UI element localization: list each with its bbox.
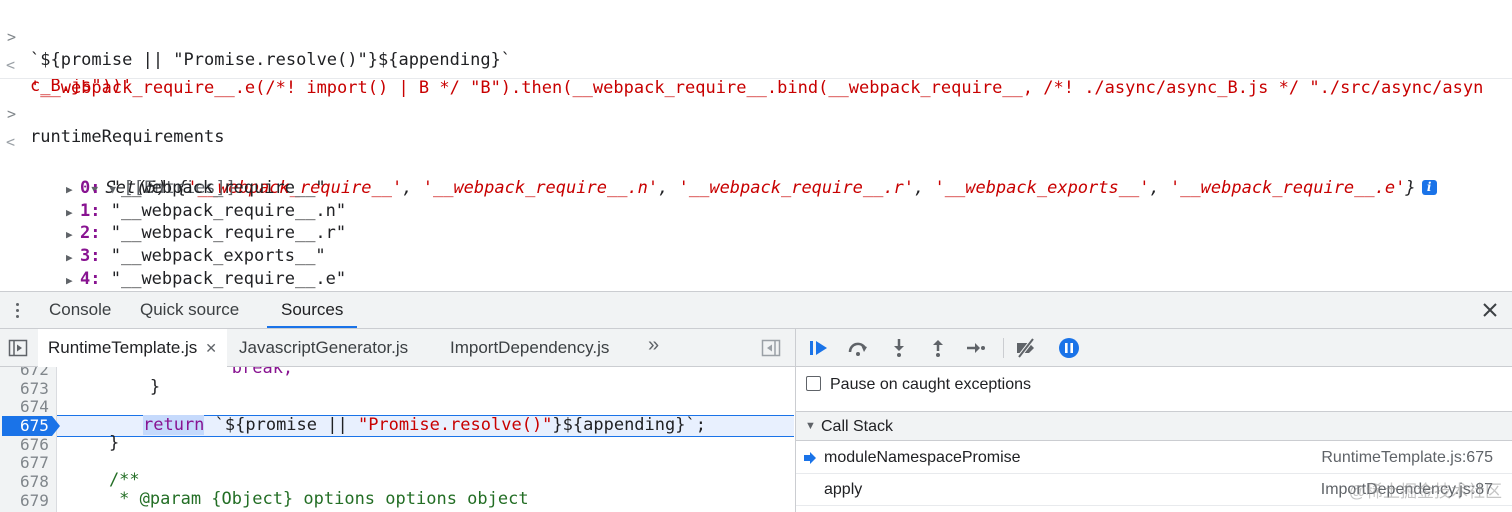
- code-line-paused: return `${promise || "Promise.resolve()"…: [68, 415, 706, 435]
- frame-function-name: moduleNamespacePromise: [824, 449, 1021, 466]
- keyword-return: return: [143, 415, 205, 435]
- step-out-icon[interactable]: [927, 337, 949, 359]
- frame-location[interactable]: RuntimeTemplate.js:675: [1321, 443, 1493, 473]
- step-icon[interactable]: [965, 337, 987, 359]
- line-number[interactable]: 677: [0, 453, 52, 472]
- line-number[interactable]: 676: [0, 435, 52, 454]
- pause-on-caught-label: Pause on caught exceptions: [830, 376, 1032, 393]
- watermark: @稀土掘金技术社区: [1348, 482, 1502, 501]
- tab-quick-source[interactable]: Quick source: [140, 292, 239, 328]
- console-separator: [0, 78, 1512, 79]
- close-drawer-icon[interactable]: [1478, 298, 1502, 322]
- size-property[interactable]: size: (...): [0, 267, 1512, 291]
- current-frame-arrow-icon: [804, 452, 816, 464]
- drawer-menu-icon[interactable]: [12, 301, 24, 321]
- tab-sources[interactable]: Sources: [267, 292, 358, 328]
- file-tab-runtime-template[interactable]: RuntimeTemplate.js ✕: [38, 329, 228, 367]
- code-view[interactable]: 672 673 674 675 676 677 678 679 break; }…: [0, 367, 795, 512]
- tab-console[interactable]: Console: [49, 292, 111, 328]
- code-line: /**: [68, 470, 140, 490]
- sources-editor: RuntimeTemplate.js ✕ JavascriptGenerator.…: [0, 329, 795, 512]
- resume-icon[interactable]: [808, 337, 830, 359]
- code-line: * @param {Object} options options object: [68, 489, 529, 509]
- line-number[interactable]: 672: [0, 367, 52, 379]
- code-token: }${appending}`;: [552, 415, 706, 435]
- pause-on-exceptions-icon[interactable]: [1058, 337, 1080, 359]
- navigator-toggle-icon[interactable]: [8, 338, 28, 358]
- pause-on-caught-checkbox[interactable]: [806, 376, 821, 391]
- frame-function-name: apply: [824, 481, 863, 498]
- code-token: `${promise ||: [204, 415, 358, 435]
- call-stack-header[interactable]: ▼ Call Stack: [796, 411, 1512, 441]
- file-tab-import-dependency[interactable]: ImportDependency.js: [450, 329, 609, 367]
- line-number-paused[interactable]: 675: [0, 416, 52, 435]
- line-number[interactable]: 679: [0, 491, 52, 510]
- call-stack-title: Call Stack: [821, 418, 894, 435]
- line-number[interactable]: 674: [0, 397, 52, 416]
- code-line: }: [68, 377, 161, 397]
- debugger-sidebar: Pause on caught exceptions ▼ Call Stack …: [795, 329, 1512, 512]
- call-frame-current[interactable]: moduleNamespacePromise RuntimeTemplate.j…: [796, 443, 1512, 474]
- file-tab-javascript-generator[interactable]: JavascriptGenerator.js: [239, 329, 408, 367]
- step-over-icon[interactable]: [847, 337, 869, 359]
- code-string: "Promise.resolve()": [357, 415, 553, 435]
- drawer-tab-strip: Console Quick source Sources: [0, 291, 1512, 329]
- collapse-triangle-icon[interactable]: ▼: [805, 412, 816, 441]
- line-number[interactable]: 678: [0, 472, 52, 491]
- console-output: > `${promise || "Promise.resolve()"}${ap…: [0, 0, 1512, 291]
- debugger-toggle-icon[interactable]: [761, 338, 781, 358]
- more-tabs-chevron-icon[interactable]: »: [648, 334, 659, 357]
- deactivate-breakpoints-icon[interactable]: [1015, 337, 1037, 359]
- code-line: }: [68, 433, 120, 453]
- close-tab-icon[interactable]: ✕: [205, 340, 217, 356]
- pause-on-caught-exceptions[interactable]: Pause on caught exceptions: [806, 376, 1031, 394]
- step-into-icon[interactable]: [888, 337, 910, 359]
- debugger-toolbar: [796, 329, 1512, 367]
- toolbar-divider: [1003, 338, 1004, 358]
- file-tab-strip: RuntimeTemplate.js ✕ JavascriptGenerator.…: [0, 329, 795, 367]
- file-tab-label: RuntimeTemplate.js: [48, 338, 198, 357]
- line-number[interactable]: 673: [0, 379, 52, 398]
